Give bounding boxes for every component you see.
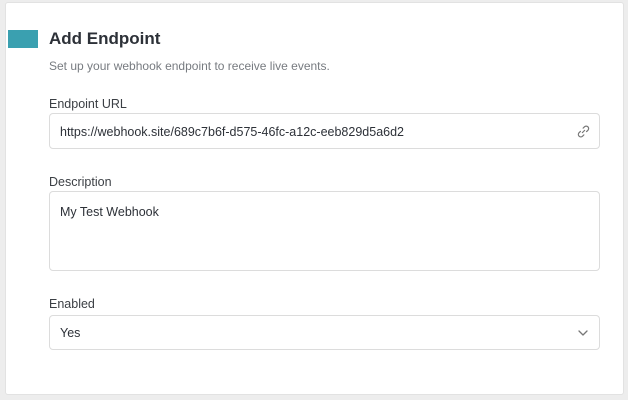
enabled-select[interactable]: Yes bbox=[49, 315, 600, 350]
description-value: My Test Webhook bbox=[60, 205, 159, 219]
page-title: Add Endpoint bbox=[49, 29, 161, 48]
add-endpoint-card: Add Endpoint Set up your webhook endpoin… bbox=[5, 2, 624, 395]
endpoint-url-label: Endpoint URL bbox=[49, 97, 127, 111]
endpoint-url-value: https://webhook.site/689c7b6f-d575-46fc-… bbox=[60, 125, 405, 139]
enabled-label: Enabled bbox=[49, 297, 95, 311]
page-subtitle: Set up your webhook endpoint to receive … bbox=[49, 59, 330, 73]
description-field[interactable]: My Test Webhook bbox=[49, 191, 600, 271]
description-label: Description bbox=[49, 175, 112, 189]
enabled-value: Yes bbox=[60, 326, 81, 340]
chevron-down-icon[interactable] bbox=[575, 325, 591, 341]
link-icon[interactable] bbox=[575, 123, 591, 139]
accent-bar bbox=[8, 30, 38, 48]
endpoint-url-field[interactable]: https://webhook.site/689c7b6f-d575-46fc-… bbox=[49, 113, 600, 149]
